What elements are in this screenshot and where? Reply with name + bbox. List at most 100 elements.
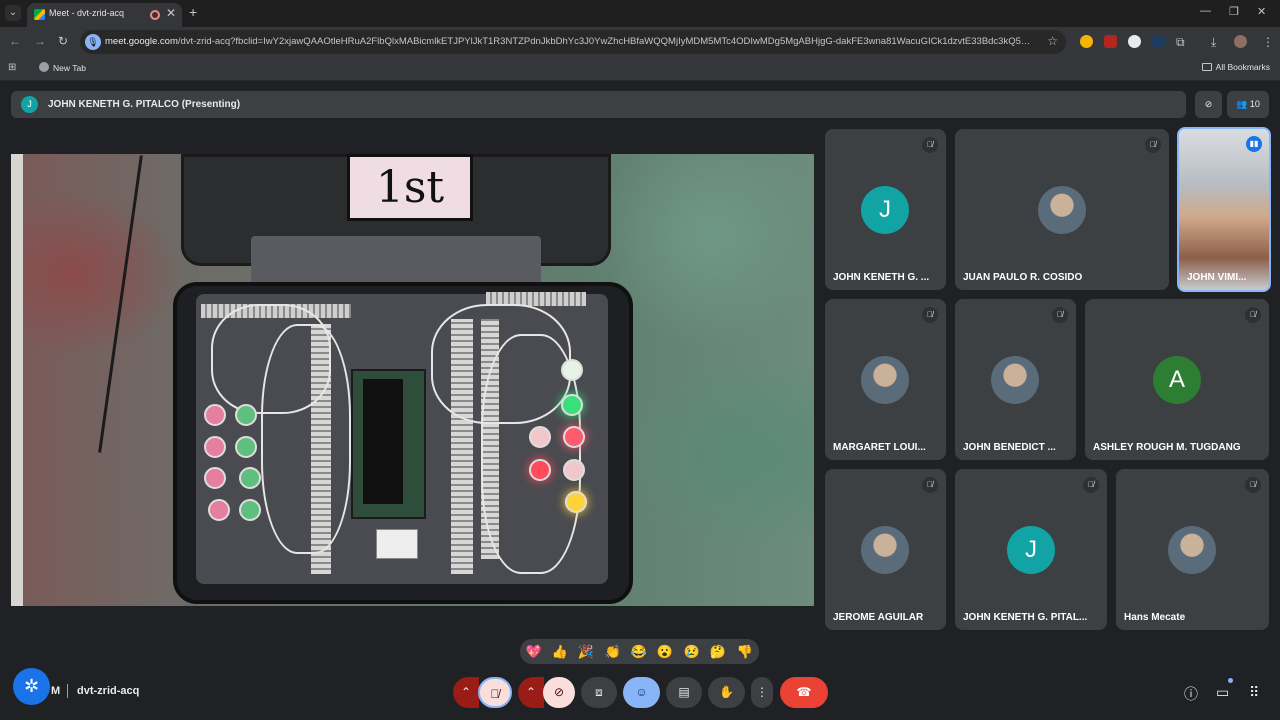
- close-window-icon[interactable]: ✕: [1257, 5, 1266, 18]
- participant-name: JOHN BENEDICT ...: [963, 442, 1056, 453]
- mic-off-icon: 🎙̸: [1083, 477, 1099, 493]
- mic-off-icon: 🎙̸: [1145, 137, 1161, 153]
- meet-activity-icon[interactable]: ✲: [13, 668, 50, 705]
- mic-off-icon: 🎙̸: [490, 687, 500, 701]
- participant-tile[interactable]: 🎙̸ A ASHLEY ROUGH M. TUGDANG: [1085, 299, 1269, 460]
- participant-avatar: [861, 356, 909, 404]
- forward-icon[interactable]: →: [34, 34, 46, 48]
- extension-3-icon[interactable]: [1128, 35, 1141, 48]
- meeting-code: dvt-zrid-acq: [77, 685, 140, 697]
- video-options-chevron-icon[interactable]: ⌃: [518, 677, 544, 708]
- captions-button[interactable]: ▤: [666, 677, 702, 708]
- presenting-bar: J JOHN KENETH G. PITALCO (Presenting): [11, 91, 1186, 118]
- new-tab-icon[interactable]: +: [189, 4, 197, 20]
- chat-notification-dot: [1228, 678, 1233, 683]
- restore-icon[interactable]: ❐: [1229, 5, 1239, 18]
- participant-tile[interactable]: 🎙̸ JEROME AGUILAR: [825, 469, 946, 630]
- participant-video-tile[interactable]: ▮▮ JOHN VIMI...: [1177, 127, 1271, 292]
- extension-4-icon[interactable]: [1152, 35, 1165, 48]
- participant-avatar: [1168, 526, 1216, 574]
- download-icon[interactable]: ⤓: [1211, 35, 1216, 50]
- reaction-sad[interactable]: 😢: [683, 643, 701, 661]
- kebab-icon[interactable]: ⋮: [1262, 35, 1274, 49]
- participant-tile[interactable]: 🎙̸ Hans Mecate: [1116, 469, 1269, 630]
- profile-avatar[interactable]: [1234, 35, 1247, 48]
- participant-count: 10: [1249, 99, 1260, 109]
- circuit-breaker: [376, 529, 418, 559]
- indicator-lamp: [561, 359, 583, 381]
- participant-name: ASHLEY ROUGH M. TUGDANG: [1093, 442, 1241, 453]
- reaction-party[interactable]: 🎉: [577, 643, 595, 661]
- site-info-icon[interactable]: 🎙: [85, 34, 101, 50]
- back-icon[interactable]: ←: [9, 34, 21, 48]
- green-button: [235, 404, 257, 426]
- reaction-surprised[interactable]: 😮: [656, 643, 674, 661]
- chat-icon[interactable]: ▭: [1216, 684, 1229, 701]
- tab-search-icon[interactable]: ⌄: [5, 5, 21, 21]
- reaction-clap[interactable]: 👏: [604, 643, 622, 661]
- hand-icon: ✋: [719, 685, 734, 699]
- meet-favicon-icon: [34, 9, 45, 20]
- camera-toggle-button[interactable]: ⊘: [543, 677, 575, 708]
- more-options-button[interactable]: ⋮: [751, 677, 773, 708]
- leave-call-button[interactable]: ☎: [780, 677, 828, 708]
- indicator-lamp: [563, 459, 585, 481]
- globe-icon: [39, 62, 49, 72]
- audio-options-chevron-icon[interactable]: ⌃: [453, 677, 479, 708]
- meet-stage: J JOHN KENETH G. PITALCO (Presenting) ⊘ …: [0, 81, 1280, 720]
- activities-grid-icon[interactable]: ⠿: [1249, 684, 1259, 701]
- all-bookmarks[interactable]: All Bookmarks: [1201, 62, 1270, 72]
- power-cable: [98, 155, 143, 453]
- participant-tile[interactable]: 🎙̸ J JOHN KENETH G. ...: [825, 129, 946, 290]
- extension-2-icon[interactable]: [1104, 35, 1117, 48]
- participant-name: JOHN VIMI...: [1187, 272, 1247, 283]
- extension-1-icon[interactable]: [1080, 35, 1093, 48]
- close-tab-icon[interactable]: ✕: [166, 6, 176, 20]
- meeting-details-icon[interactable]: ⓘ: [1184, 684, 1198, 704]
- participant-avatar: A: [1153, 356, 1201, 404]
- puzzle-icon[interactable]: ⧉: [1176, 35, 1185, 50]
- bookmark-star-icon[interactable]: ☆: [1047, 34, 1058, 48]
- pink-button: [204, 436, 226, 458]
- red-indicator-lamp: [563, 426, 585, 448]
- divider: [67, 684, 68, 698]
- camera-off-layout-icon[interactable]: ⊘: [1195, 91, 1222, 118]
- participant-avatar: [991, 356, 1039, 404]
- clock-fragment: M: [51, 685, 61, 697]
- red-indicator-lamp: [529, 459, 551, 481]
- reload-icon[interactable]: ↻: [58, 34, 68, 48]
- url-text[interactable]: meet.google.com/dvt-zrid-acq?fbclid=IwY2…: [105, 36, 1035, 47]
- participant-tile[interactable]: 🎙̸ JOHN BENEDICT ...: [955, 299, 1076, 460]
- participant-tile[interactable]: 🎙̸ MARGARET LOUI...: [825, 299, 946, 460]
- tab-title: Meet - dvt-zrid-acq: [49, 8, 125, 18]
- presentation-sign: 1st: [347, 154, 473, 221]
- participant-tile[interactable]: 🎙̸ JUAN PAULO R. COSIDO: [955, 129, 1169, 290]
- mic-off-icon: 🎙̸: [1245, 307, 1261, 323]
- captions-icon: ▤: [678, 685, 690, 699]
- camera-off-icon: ⊘: [553, 685, 565, 699]
- yellow-indicator-lamp: [565, 491, 587, 513]
- participants-button[interactable]: 👥 10: [1227, 91, 1269, 118]
- reaction-thinking[interactable]: 🤔: [709, 643, 727, 661]
- bookmarks-bar: ⊞ New Tab All Bookmarks: [0, 57, 1280, 81]
- minimize-icon[interactable]: —: [1200, 5, 1211, 17]
- mic-off-icon: 🎙̸: [1052, 307, 1068, 323]
- wire-bundle: [261, 324, 351, 554]
- participant-name: JEROME AGUILAR: [833, 612, 924, 623]
- raise-hand-button[interactable]: ✋: [708, 677, 745, 708]
- present-button[interactable]: ⧈: [581, 677, 617, 708]
- tab-meet[interactable]: Meet - dvt-zrid-acq ✕: [27, 3, 182, 27]
- reaction-thumbs-down[interactable]: 👎: [736, 643, 754, 661]
- apps-grid-icon[interactable]: ⊞: [8, 62, 16, 73]
- reactions-button[interactable]: ☺: [623, 677, 660, 708]
- hang-up-icon: ☎: [796, 685, 812, 699]
- participant-name: JOHN KENETH G. ...: [833, 272, 930, 283]
- reaction-laugh[interactable]: 😂: [630, 643, 648, 661]
- reaction-thumbs-up[interactable]: 👍: [551, 643, 569, 661]
- plc-core: [363, 379, 403, 504]
- reaction-heart[interactable]: 💖: [525, 643, 543, 661]
- participant-tile[interactable]: 🎙̸ J JOHN KENETH G. PITAL...: [955, 469, 1107, 630]
- mic-toggle-button[interactable]: 🎙̸: [478, 677, 512, 708]
- bookmark-new-tab[interactable]: New Tab: [39, 62, 86, 73]
- address-bar[interactable]: 🎙 meet.google.com/dvt-zrid-acq?fbclid=Iw…: [80, 30, 1066, 54]
